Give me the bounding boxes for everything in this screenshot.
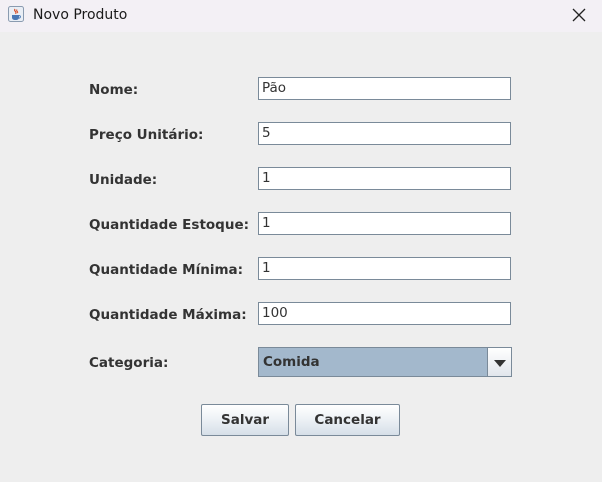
title-bar[interactable]: Novo Produto — [0, 0, 602, 32]
save-button[interactable]: Salvar — [201, 404, 289, 436]
unit-label: Unidade: — [89, 172, 158, 188]
unit-field[interactable]: 1 — [258, 167, 511, 190]
close-button[interactable] — [556, 0, 602, 32]
stock-quantity-field[interactable]: 1 — [258, 212, 511, 235]
category-select[interactable]: Comida — [258, 347, 512, 377]
stock-quantity-label: Quantidade Estoque: — [89, 217, 249, 233]
category-selected-value: Comida — [263, 354, 320, 370]
category-dropdown-button[interactable] — [487, 348, 511, 376]
min-quantity-label: Quantidade Mínima: — [89, 262, 244, 278]
unit-price-field[interactable]: 5 — [258, 122, 511, 145]
cancel-button[interactable]: Cancelar — [295, 404, 400, 436]
max-quantity-field[interactable]: 100 — [258, 302, 511, 325]
unit-price-label: Preço Unitário: — [89, 127, 204, 143]
max-quantity-label: Quantidade Máxima: — [89, 307, 247, 323]
min-quantity-field[interactable]: 1 — [258, 257, 511, 280]
close-icon — [572, 7, 586, 26]
category-label: Categoria: — [89, 355, 169, 371]
window-title: Novo Produto — [33, 7, 128, 23]
name-label: Nome: — [89, 82, 139, 98]
dialog-window: Novo Produto Nome: Pão Preço Unitário: 5… — [0, 0, 602, 482]
chevron-down-icon — [493, 353, 506, 372]
java-cup-icon — [8, 6, 24, 22]
name-field[interactable]: Pão — [258, 77, 511, 100]
